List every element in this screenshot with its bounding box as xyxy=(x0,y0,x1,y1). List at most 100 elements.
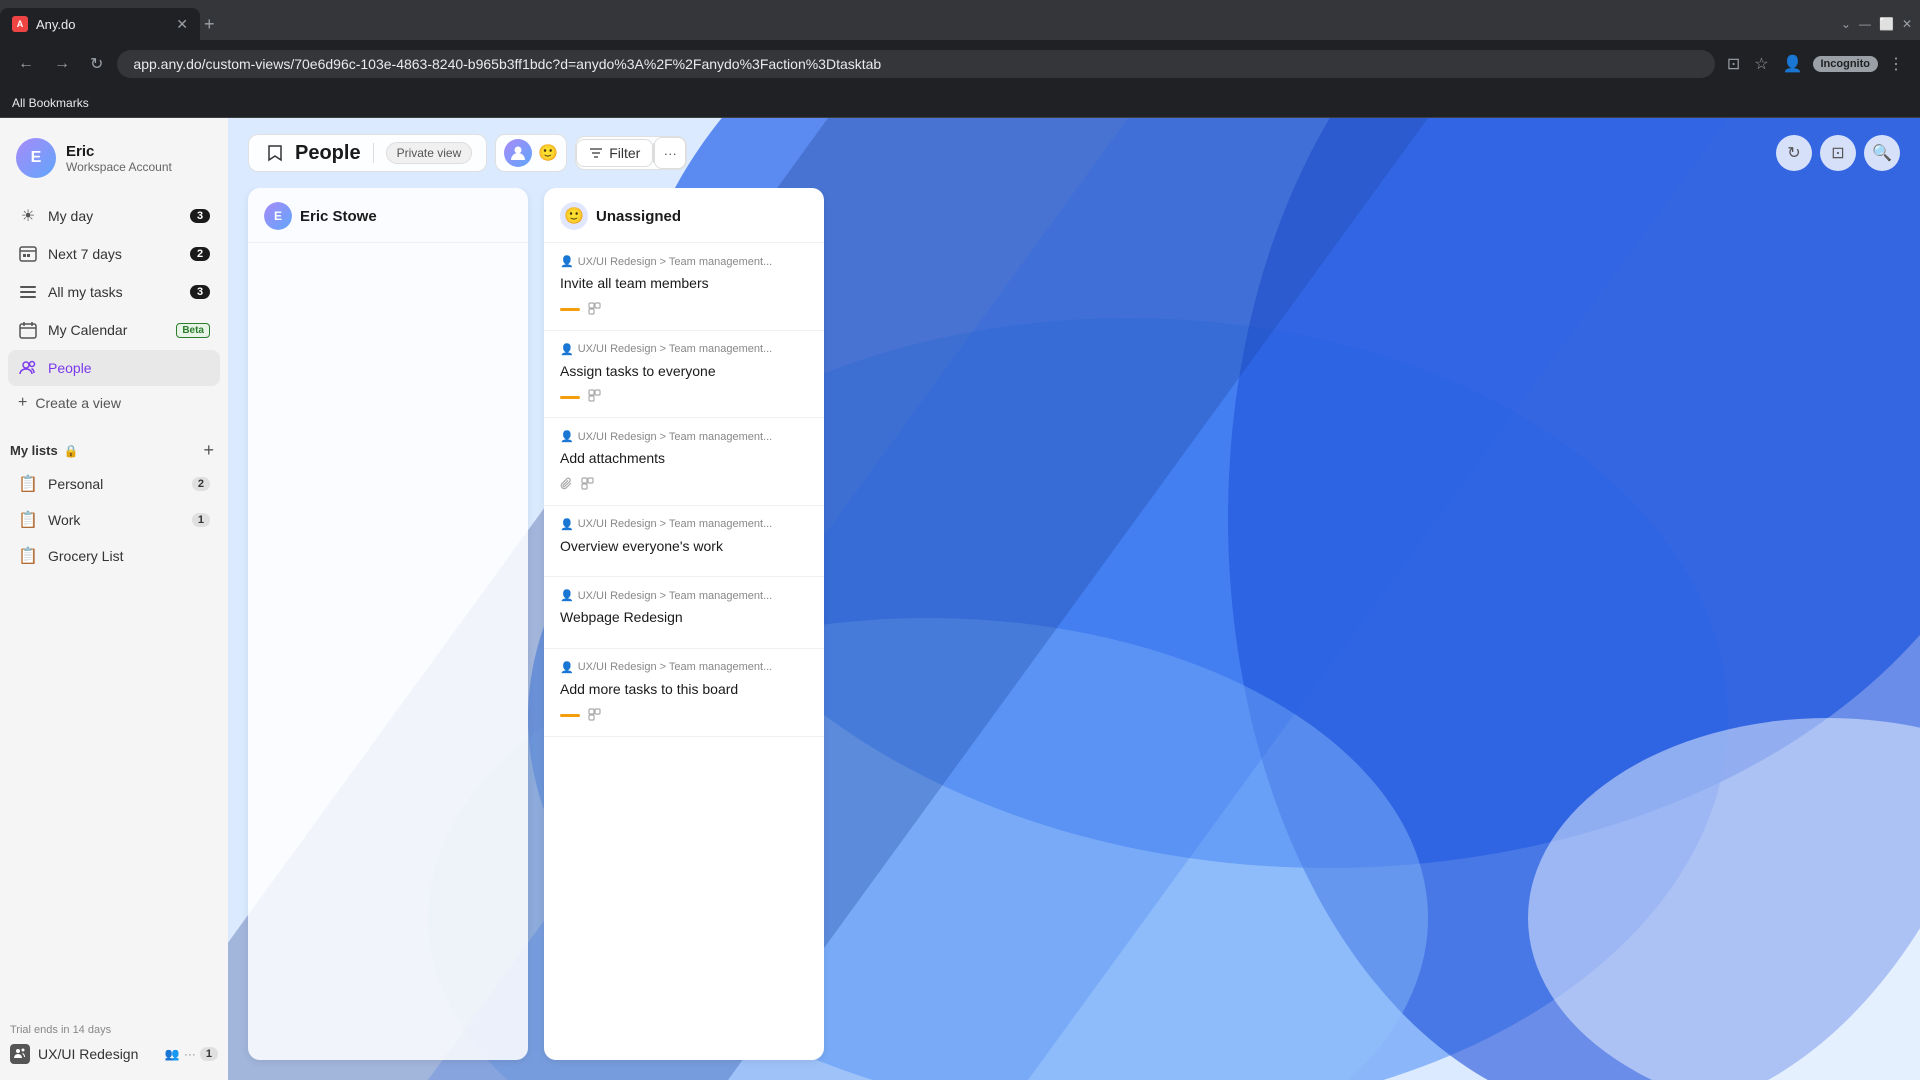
priority-indicator xyxy=(560,714,580,717)
sidebar: E Eric Workspace Account ☀ My day 3 xyxy=(0,118,228,1080)
user-name: Eric xyxy=(66,143,172,160)
unassigned-icon: 🙂 xyxy=(560,202,588,230)
sidebar-item-all-tasks[interactable]: All my tasks 3 xyxy=(8,274,220,310)
task-card[interactable]: 👤 UX/UI Redesign > Team management... As… xyxy=(544,331,824,419)
sidebar-item-label: My day xyxy=(48,208,180,224)
create-view-button[interactable]: + Create a view xyxy=(8,388,220,418)
task-card[interactable]: 👤 UX/UI Redesign > Team management... Ov… xyxy=(544,506,824,578)
person-icon: 👤 xyxy=(560,589,574,602)
create-view-label: Create a view xyxy=(35,395,121,411)
sidebar-item-calendar[interactable]: My Calendar Beta xyxy=(8,312,220,348)
calendar-week-icon xyxy=(18,244,38,264)
filter-icon xyxy=(589,146,603,160)
workspace-count: 1 xyxy=(200,1047,218,1061)
column-header-unassigned: 🙂 Unassigned xyxy=(544,188,824,243)
breadcrumb-text: UX/UI Redesign > Team management... xyxy=(578,518,773,530)
my-lists-title: My lists 🔒 xyxy=(10,443,79,458)
incognito-badge: Incognito xyxy=(1813,56,1879,72)
tab-search-icon[interactable]: ⌄ xyxy=(1841,17,1851,31)
private-view-button[interactable]: Private view xyxy=(386,142,473,164)
list-item-work[interactable]: 📋 Work 1 xyxy=(8,503,220,537)
my-day-badge: 3 xyxy=(190,209,210,223)
column-title-eric: Eric Stowe xyxy=(300,208,377,225)
refresh-icon-button[interactable]: ↻ xyxy=(1776,135,1812,171)
task-breadcrumb: 👤 UX/UI Redesign > Team management... xyxy=(560,343,808,356)
sidebar-item-next-7-days[interactable]: Next 7 days 2 xyxy=(8,236,220,272)
maximize-button[interactable]: ⬜ xyxy=(1879,17,1894,31)
workspace-members-icon: 👥 xyxy=(165,1047,180,1061)
sun-icon: ☀ xyxy=(18,206,38,226)
next7-badge: 2 xyxy=(190,247,210,261)
task-footer xyxy=(560,477,808,493)
list-item-personal[interactable]: 📋 Personal 2 xyxy=(8,467,220,501)
extensions-icon[interactable]: ⋮ xyxy=(1884,50,1908,78)
user-subtitle: Workspace Account xyxy=(66,160,172,174)
main-header: People Private view 🙂 xyxy=(228,118,1920,188)
task-footer xyxy=(560,302,808,318)
sidebar-item-label: People xyxy=(48,360,210,376)
header-right-actions: ↻ ⊡ 🔍 xyxy=(1776,135,1900,171)
forward-button[interactable]: → xyxy=(48,51,76,77)
sidebar-item-my-day[interactable]: ☀ My day 3 xyxy=(8,198,220,234)
list-item-grocery[interactable]: 📋 Grocery List xyxy=(8,539,220,573)
reload-button[interactable]: ↻ xyxy=(84,50,109,78)
tab-close-button[interactable]: ✕ xyxy=(176,16,188,33)
add-list-button[interactable]: + xyxy=(199,438,218,463)
sidebar-item-people[interactable]: People xyxy=(8,350,220,386)
task-breadcrumb: 👤 UX/UI Redesign > Team management... xyxy=(560,518,808,531)
subtask-icon xyxy=(588,708,601,724)
main-content: People Private view 🙂 xyxy=(228,118,1920,1080)
all-bookmarks-item[interactable]: All Bookmarks xyxy=(12,96,89,110)
task-title: Invite all team members xyxy=(560,274,808,294)
breadcrumb-text: UX/UI Redesign > Team management... xyxy=(578,256,773,268)
user-profile[interactable]: E Eric Workspace Account xyxy=(0,118,228,194)
task-footer xyxy=(560,708,808,724)
my-lists-header: My lists 🔒 + xyxy=(0,430,228,467)
workspace-item[interactable]: UX/UI Redesign 👥 ··· 1 xyxy=(10,1040,218,1068)
task-card[interactable]: 👤 UX/UI Redesign > Team management... Ad… xyxy=(544,418,824,506)
address-input[interactable] xyxy=(117,50,1714,78)
page-title: People xyxy=(295,142,361,165)
profile-icon[interactable]: 👤 xyxy=(1779,50,1807,78)
bookmark-icon[interactable]: ☆ xyxy=(1750,50,1772,78)
task-card[interactable]: 👤 UX/UI Redesign > Team management... We… xyxy=(544,577,824,649)
tab-favicon: A xyxy=(12,16,28,32)
smiley-icon: 🙂 xyxy=(538,143,558,163)
all-tasks-badge: 3 xyxy=(190,285,210,299)
more-options-button[interactable]: ··· xyxy=(654,137,686,169)
bookmarks-bar: All Bookmarks xyxy=(0,88,1920,118)
person-icon: 👤 xyxy=(560,661,574,674)
person-icon: 👤 xyxy=(560,343,574,356)
column-body-eric xyxy=(248,243,528,1060)
filter-button[interactable]: Filter xyxy=(576,139,653,167)
column-title-unassigned: Unassigned xyxy=(596,208,681,225)
new-tab-button[interactable]: + xyxy=(204,14,215,35)
layout-icon-button[interactable]: ⊡ xyxy=(1820,135,1856,171)
cast-icon[interactable]: ⊡ xyxy=(1723,50,1744,78)
tab-bar: A Any.do ✕ + ⌄ — ⬜ ✕ xyxy=(0,0,1920,40)
search-icon-button[interactable]: 🔍 xyxy=(1864,135,1900,171)
work-list-icon: 📋 xyxy=(18,510,38,530)
grocery-list-icon: 📋 xyxy=(18,546,38,566)
bookmark-nav-icon xyxy=(263,141,287,165)
header-avatar[interactable] xyxy=(504,139,532,167)
sidebar-item-label: All my tasks xyxy=(48,284,180,300)
board-column-unassigned: 🙂 Unassigned 👤 UX/UI Redesign > Team man… xyxy=(544,188,824,1060)
subtask-icon xyxy=(588,389,601,405)
priority-indicator xyxy=(560,396,580,399)
browser-tab[interactable]: A Any.do ✕ xyxy=(0,8,200,40)
minimize-button[interactable]: — xyxy=(1859,17,1871,31)
trial-label: Trial ends in 14 days xyxy=(10,1024,218,1036)
back-button[interactable]: ← xyxy=(12,51,40,77)
task-card[interactable]: 👤 UX/UI Redesign > Team management... In… xyxy=(544,243,824,331)
plus-icon: + xyxy=(18,394,27,412)
close-window-button[interactable]: ✕ xyxy=(1902,17,1912,31)
task-card[interactable]: 👤 UX/UI Redesign > Team management... Ad… xyxy=(544,649,824,737)
workspace-more-icon[interactable]: ··· xyxy=(184,1047,196,1061)
person-icon: 👤 xyxy=(560,430,574,443)
task-breadcrumb: 👤 UX/UI Redesign > Team management... xyxy=(560,589,808,602)
list-icon xyxy=(18,282,38,302)
task-title: Add attachments xyxy=(560,449,808,469)
task-breadcrumb: 👤 UX/UI Redesign > Team management... xyxy=(560,430,808,443)
personal-list-icon: 📋 xyxy=(18,474,38,494)
